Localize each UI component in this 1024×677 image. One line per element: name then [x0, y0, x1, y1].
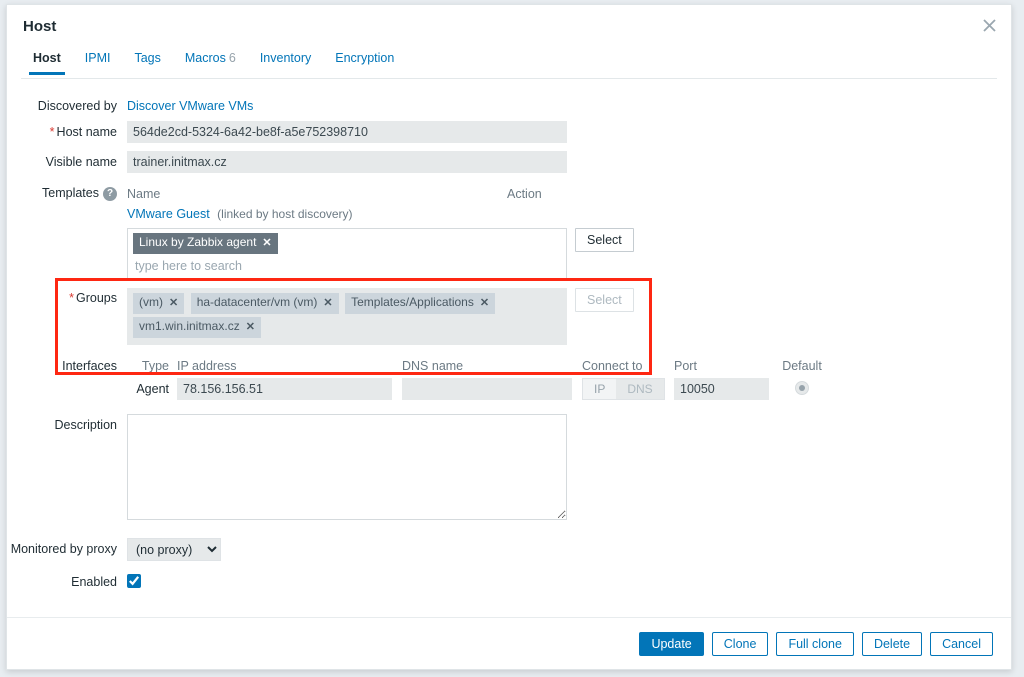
- template-chip-remove-icon[interactable]: ✕: [262, 237, 271, 249]
- host-name-required-mark: *: [50, 125, 55, 139]
- discovered-by-label: Discovered by: [7, 95, 127, 113]
- templates-linked-row: VMware Guest (linked by host discovery): [127, 201, 634, 221]
- tab-bar: Host IPMI Tags Macros6 Inventory Encrypt…: [21, 49, 997, 79]
- row-templates: Templates? Name Action VMware Guest (lin…: [7, 183, 1011, 280]
- groups-label: *Groups: [7, 288, 127, 305]
- group-chip-remove-icon[interactable]: ✕: [480, 297, 489, 309]
- template-chip-label: Linux by Zabbix agent: [139, 235, 256, 249]
- tab-ipmi[interactable]: IPMI: [73, 49, 123, 74]
- tab-macros-count: 6: [229, 51, 236, 65]
- groups-select-button[interactable]: Select: [575, 288, 634, 312]
- help-icon[interactable]: ?: [103, 187, 117, 201]
- group-chip[interactable]: (vm) ✕: [133, 293, 184, 314]
- full-clone-button[interactable]: Full clone: [776, 632, 854, 656]
- group-chip[interactable]: ha-datacenter/vm (vm) ✕: [191, 293, 339, 314]
- discovered-by-link[interactable]: Discover VMware VMs: [127, 95, 253, 113]
- tab-macros[interactable]: Macros6: [173, 49, 248, 74]
- templates-col-action: Action: [507, 187, 542, 201]
- templates-search-placeholder[interactable]: type here to search: [133, 257, 561, 276]
- group-chip-label: ha-datacenter/vm (vm): [197, 295, 318, 309]
- linked-template-note: (linked by host discovery): [217, 207, 352, 221]
- group-chip-remove-icon[interactable]: ✕: [246, 321, 255, 333]
- host-name-input[interactable]: [127, 121, 567, 143]
- interface-ip-input[interactable]: [177, 378, 392, 400]
- row-interfaces: Interfaces Type IP address DNS name Conn…: [7, 357, 1011, 400]
- clone-button[interactable]: Clone: [712, 632, 769, 656]
- visible-name-label: Visible name: [7, 151, 127, 169]
- interface-dns-input[interactable]: [402, 378, 572, 400]
- tab-host-label: Host: [33, 51, 61, 65]
- groups-multiselect[interactable]: (vm) ✕ ha-datacenter/vm (vm) ✕ Templates/A…: [127, 288, 567, 345]
- col-dns-name: DNS name: [402, 359, 582, 373]
- group-chip-label: vm1.win.initmax.cz: [139, 319, 240, 333]
- delete-button[interactable]: Delete: [862, 632, 922, 656]
- groups-select-group: (vm) ✕ ha-datacenter/vm (vm) ✕ Templates/A…: [127, 288, 634, 345]
- interfaces-label: Interfaces: [7, 357, 127, 373]
- templates-col-name: Name: [127, 187, 507, 201]
- group-chip[interactable]: Templates/Applications ✕: [345, 293, 495, 314]
- tab-host[interactable]: Host: [21, 49, 73, 74]
- page-title: Host: [23, 18, 56, 35]
- templates-select-group: Linux by Zabbix agent ✕ type here to sear…: [127, 228, 634, 280]
- close-icon[interactable]: [977, 14, 1001, 38]
- group-chip-remove-icon[interactable]: ✕: [169, 297, 178, 309]
- interfaces-table: Type IP address DNS name Connect to Port…: [127, 357, 825, 400]
- templates-select-button[interactable]: Select: [575, 228, 634, 252]
- col-connect-to: Connect to: [582, 359, 674, 373]
- tab-inventory[interactable]: Inventory: [248, 49, 323, 74]
- tab-ipmi-label: IPMI: [85, 51, 111, 65]
- host-name-label: *Host name: [7, 121, 127, 139]
- template-chip[interactable]: Linux by Zabbix agent ✕: [133, 233, 278, 254]
- table-row: Agent IP DNS: [127, 378, 825, 400]
- group-chip-label: (vm): [139, 295, 163, 309]
- description-textarea[interactable]: [127, 414, 567, 520]
- col-port: Port: [674, 359, 779, 373]
- groups-required-mark: *: [69, 291, 74, 305]
- tab-macros-label: Macros: [185, 51, 226, 65]
- monitored-by-proxy-label: Monitored by proxy: [7, 538, 127, 556]
- tab-tags-label: Tags: [134, 51, 160, 65]
- row-discovered-by: Discovered by Discover VMware VMs: [7, 95, 1011, 113]
- tab-inventory-label: Inventory: [260, 51, 311, 65]
- tab-encryption[interactable]: Encryption: [323, 49, 406, 74]
- interface-default-radio[interactable]: [795, 381, 809, 395]
- interface-port-input[interactable]: [674, 378, 769, 400]
- host-dialog: Host Host IPMI Tags Macros6 Inventory En…: [6, 4, 1012, 670]
- row-groups: *Groups (vm) ✕ ha-datacenter/vm (vm) ✕ Tem…: [7, 288, 1011, 345]
- row-description: Description: [7, 414, 1011, 520]
- connect-to-ip-option[interactable]: IP: [583, 379, 616, 399]
- description-label: Description: [7, 414, 127, 432]
- tab-tags[interactable]: Tags: [122, 49, 172, 74]
- connect-to-toggle[interactable]: IP DNS: [582, 378, 665, 400]
- group-chip[interactable]: vm1.win.initmax.cz ✕: [133, 317, 261, 338]
- connect-to-dns-option[interactable]: DNS: [616, 379, 663, 399]
- tab-encryption-label: Encryption: [335, 51, 394, 65]
- linked-template-link[interactable]: VMware Guest: [127, 207, 210, 221]
- monitored-by-proxy-select[interactable]: (no proxy): [127, 538, 221, 561]
- templates-table-header: Name Action: [127, 183, 634, 201]
- host-form: Discovered by Discover VMware VMs *Host …: [7, 79, 1011, 589]
- templates-body: Name Action VMware Guest (linked by host…: [127, 183, 634, 280]
- group-chip-label: Templates/Applications: [351, 295, 474, 309]
- enabled-label: Enabled: [7, 571, 127, 589]
- interface-type: Agent: [127, 382, 177, 396]
- templates-label: Templates?: [7, 183, 127, 201]
- col-type: Type: [127, 359, 177, 373]
- enabled-checkbox[interactable]: [127, 574, 141, 588]
- row-enabled: Enabled: [7, 571, 1011, 589]
- row-host-name: *Host name: [7, 121, 1011, 143]
- col-ip-address: IP address: [177, 359, 402, 373]
- col-default: Default: [779, 359, 825, 373]
- visible-name-input[interactable]: [127, 151, 567, 173]
- cancel-button[interactable]: Cancel: [930, 632, 993, 656]
- update-button[interactable]: Update: [639, 632, 703, 656]
- dialog-footer: Update Clone Full clone Delete Cancel: [7, 617, 1011, 669]
- row-visible-name: Visible name: [7, 151, 1011, 173]
- dialog-header: Host: [7, 5, 1011, 49]
- interfaces-table-header: Type IP address DNS name Connect to Port…: [127, 357, 825, 373]
- row-monitored-by-proxy: Monitored by proxy (no proxy): [7, 538, 1011, 561]
- group-chip-remove-icon[interactable]: ✕: [323, 297, 332, 309]
- templates-multiselect[interactable]: Linux by Zabbix agent ✕ type here to sear…: [127, 228, 567, 280]
